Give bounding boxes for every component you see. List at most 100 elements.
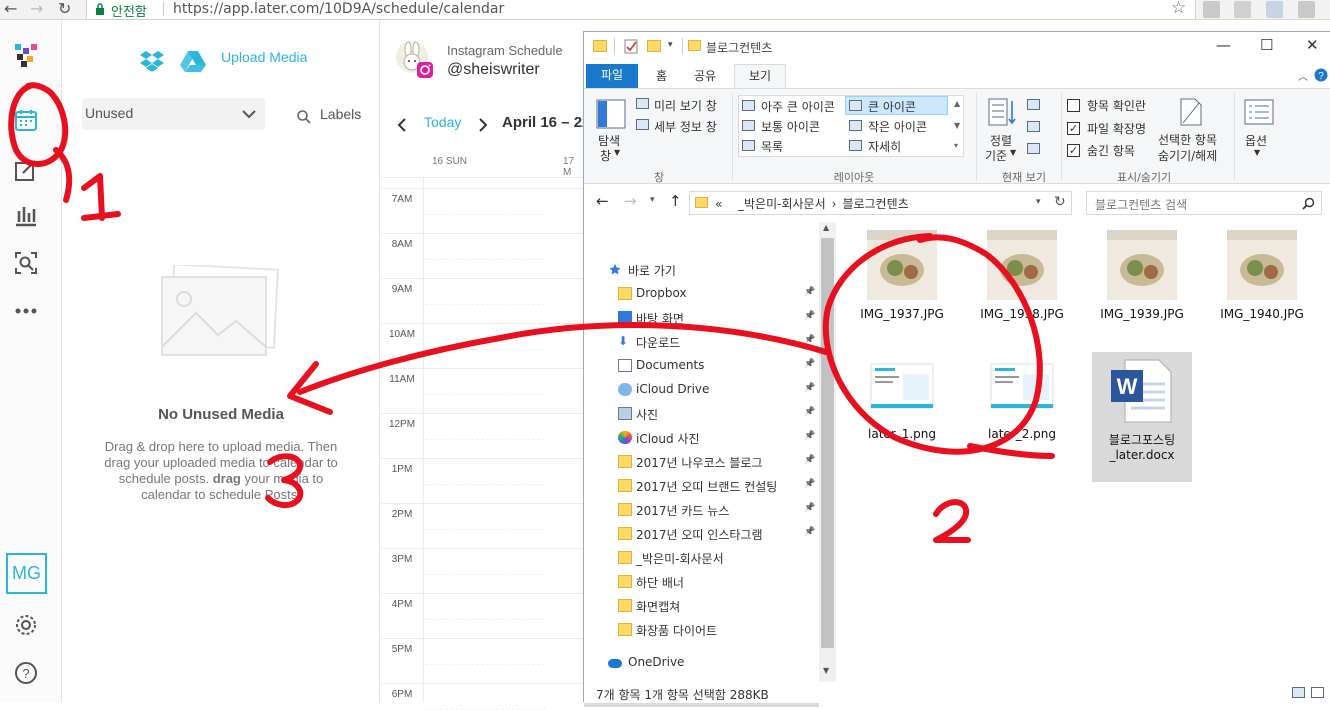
extension-search-icon[interactable] [1298,1,1315,18]
labels-filter-button[interactable]: Labels [320,106,361,122]
file-item[interactable]: IMG_1940.JPG [1212,230,1312,322]
layout-details[interactable]: 자세히 [868,138,901,155]
help-icon[interactable]: ? [1314,68,1328,82]
layout-small-icons[interactable]: 작은 아이콘 [868,118,927,135]
nav-pane-label-2[interactable]: 창 [600,147,611,164]
nav-item[interactable]: _박은미-회사문서 [584,546,819,570]
scroll-down-icon[interactable]: ▼ [823,666,829,675]
add-columns-icon[interactable] [1027,121,1040,132]
hide-selected-label[interactable]: 선택한 항목 [1158,131,1217,148]
path-segment-1[interactable]: _박은미-회사문서 [738,197,826,211]
nav-item[interactable]: 바탕 화면 📌 [584,306,819,330]
media-filter-dropdown[interactable]: Unused [82,98,265,130]
layout-xl-icons[interactable]: 아주 큰 아이콘 [761,98,835,115]
help-icon[interactable]: ? [13,660,39,686]
back-icon[interactable]: ← [596,192,609,210]
gallery-up-icon[interactable]: ▲ [954,99,960,108]
tab-file[interactable]: 파일 [586,64,638,88]
search-icon[interactable] [296,109,312,125]
sort-by-dropdown-icon[interactable]: ▼ [1010,148,1016,157]
pin-icon[interactable]: 📌 [804,287,815,297]
extension-pdf-icon[interactable] [1234,1,1251,18]
tab-share[interactable]: 공유 [684,66,726,88]
nav-item[interactable]: 화장품 다이어트 [584,618,819,642]
pin-icon[interactable]: 📌 [804,359,815,369]
back-icon[interactable]: ← [4,0,17,18]
large-icons-view-icon[interactable] [1311,687,1324,698]
settings-gear-icon[interactable] [13,612,39,638]
file-item[interactable]: IMG_1937.JPG [852,230,952,322]
tab-view[interactable]: 보기 [734,64,786,88]
nav-item[interactable]: 2017년 오띠 브랜드 컨설팅 📌 [584,474,819,498]
layout-medium-icons[interactable]: 보통 아이콘 [761,118,820,135]
hide-selected-icon[interactable] [1178,97,1204,127]
new-folder-icon[interactable] [647,40,661,52]
file-item[interactable]: IMG_1938.JPG [972,230,1072,322]
forward-icon[interactable]: → [624,192,637,210]
scroll-up-icon[interactable]: ▲ [823,223,829,232]
url-text[interactable]: https://app.later.com/10D9A/schedule/cal… [173,1,504,17]
minimize-icon[interactable]: — [1216,36,1231,54]
nav-pane-dropdown-icon[interactable]: ▼ [614,148,620,157]
navigation-pane-icon[interactable] [596,99,626,129]
recent-locations-icon[interactable]: ▾ [650,195,655,205]
file-item[interactable]: later_2.png [972,350,1072,442]
path-root[interactable]: « [715,197,722,211]
search-icon[interactable] [1302,197,1315,210]
nav-item[interactable]: iCloud Drive 📌 [584,378,819,402]
nav-item[interactable]: Dropbox 📌 [584,282,819,306]
nav-item[interactable]: 바로 가기 [584,258,819,282]
nav-item[interactable]: 2017년 카드 뉴스 📌 [584,498,819,522]
hidden-items-toggle[interactable]: ✓ [1067,144,1080,157]
edit-post-icon[interactable] [13,157,39,183]
file-item[interactable]: later_1.png [852,350,952,442]
options-button[interactable]: 옵션 [1245,132,1267,149]
nav-item[interactable]: 화면캡쳐 [584,594,819,618]
path-dropdown-icon[interactable]: ▾ [1036,197,1041,207]
maximize-icon[interactable]: ☐ [1260,36,1273,54]
item-checkbox-toggle[interactable] [1067,99,1080,112]
nav-item-onedrive[interactable]: OneDrive [584,651,819,675]
gallery-more-icon[interactable]: ▾ [954,141,958,150]
sort-by-label-2[interactable]: 기준 [985,147,1007,164]
pin-icon[interactable]: 📌 [804,479,815,489]
layout-list[interactable]: 목록 [761,138,783,155]
size-columns-icon[interactable] [1027,143,1040,154]
nav-item[interactable]: 사진 📌 [584,402,819,426]
nav-item[interactable]: Documents 📌 [584,354,819,378]
hour-grid[interactable]: 7AM 8AM 9AM 10AM 11AM 12PM 1PM 2PM 3PM 4PM 5PM 6PM [381,20,583,710]
quick-access-dropdown-icon[interactable]: ▾ [668,40,673,50]
pin-icon[interactable]: 📌 [804,311,815,321]
upload-media-button[interactable]: Upload Media [221,49,307,65]
profile-avatar[interactable]: MG [6,553,47,594]
gallery-down-icon[interactable]: ▼ [954,121,960,130]
path-box[interactable]: « _박은미-회사문서 › 블로그컨텐츠 ▾ ↻ [689,191,1072,215]
later-logo-icon[interactable] [13,42,39,68]
address-bar[interactable]: 안전함 https://app.later.com/10D9A/schedule… [86,0,1196,20]
hide-selected-label-2[interactable]: 숨기기/해제 [1158,147,1217,164]
refresh-icon[interactable]: ↻ [1054,194,1066,210]
navigation-scrollbar[interactable]: ▲ ▼ [819,222,836,684]
analytics-icon[interactable] [13,202,39,228]
more-icon[interactable] [13,298,39,324]
pin-icon[interactable]: 📌 [804,383,815,393]
dropbox-icon[interactable] [140,50,164,72]
pin-icon[interactable]: 📌 [804,455,815,465]
nav-item[interactable]: iCloud 사진 📌 [584,426,819,450]
calendar-icon[interactable] [13,107,39,133]
details-view-icon[interactable] [1292,687,1305,698]
pin-icon[interactable]: 📌 [804,527,815,537]
forward-icon[interactable]: → [30,0,43,18]
nav-item[interactable]: 하단 배너 [584,570,819,594]
google-drive-icon[interactable] [180,50,206,72]
reload-icon[interactable]: ↻ [58,0,71,18]
pin-icon[interactable]: 📌 [804,335,815,345]
nav-item[interactable]: 2017년 나우코스 블로그 📌 [584,450,819,474]
file-extension-toggle[interactable]: ✓ [1067,122,1080,135]
sort-by-icon[interactable] [987,97,1017,127]
scroll-thumb[interactable] [821,238,834,648]
nav-item[interactable]: ⬇ 다운로드 📌 [584,330,819,354]
path-segment-2[interactable]: 블로그컨텐츠 [842,197,908,211]
properties-icon[interactable] [624,39,638,54]
layout-large-icons[interactable]: 큰 아이콘 [868,98,916,115]
